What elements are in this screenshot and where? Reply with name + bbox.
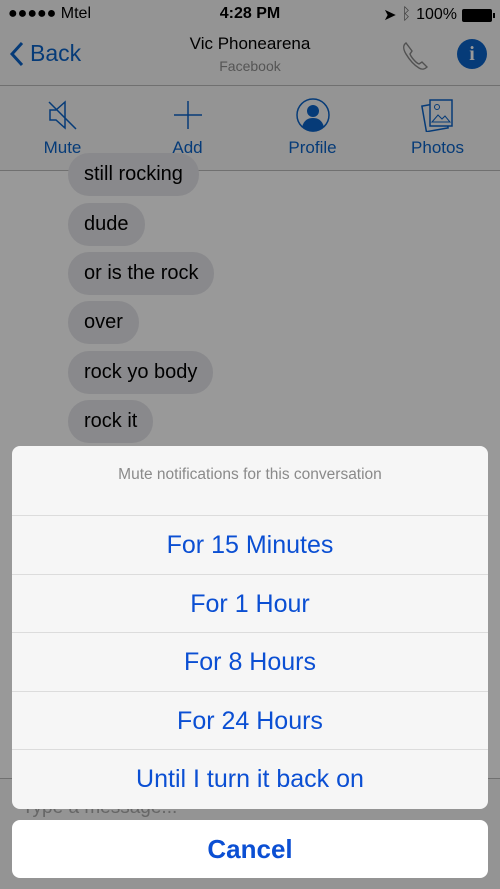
action-sheet-title: Mute notifications for this conversation [12, 446, 488, 516]
option-15-minutes[interactable]: For 15 Minutes [12, 516, 488, 575]
option-8-hours[interactable]: For 8 Hours [12, 633, 488, 692]
option-1-hour[interactable]: For 1 Hour [12, 575, 488, 634]
option-24-hours[interactable]: For 24 Hours [12, 692, 488, 751]
mute-action-sheet: Mute notifications for this conversation… [12, 446, 488, 809]
option-until-turned-on[interactable]: Until I turn it back on [12, 750, 488, 809]
cancel-button[interactable]: Cancel [12, 820, 488, 878]
